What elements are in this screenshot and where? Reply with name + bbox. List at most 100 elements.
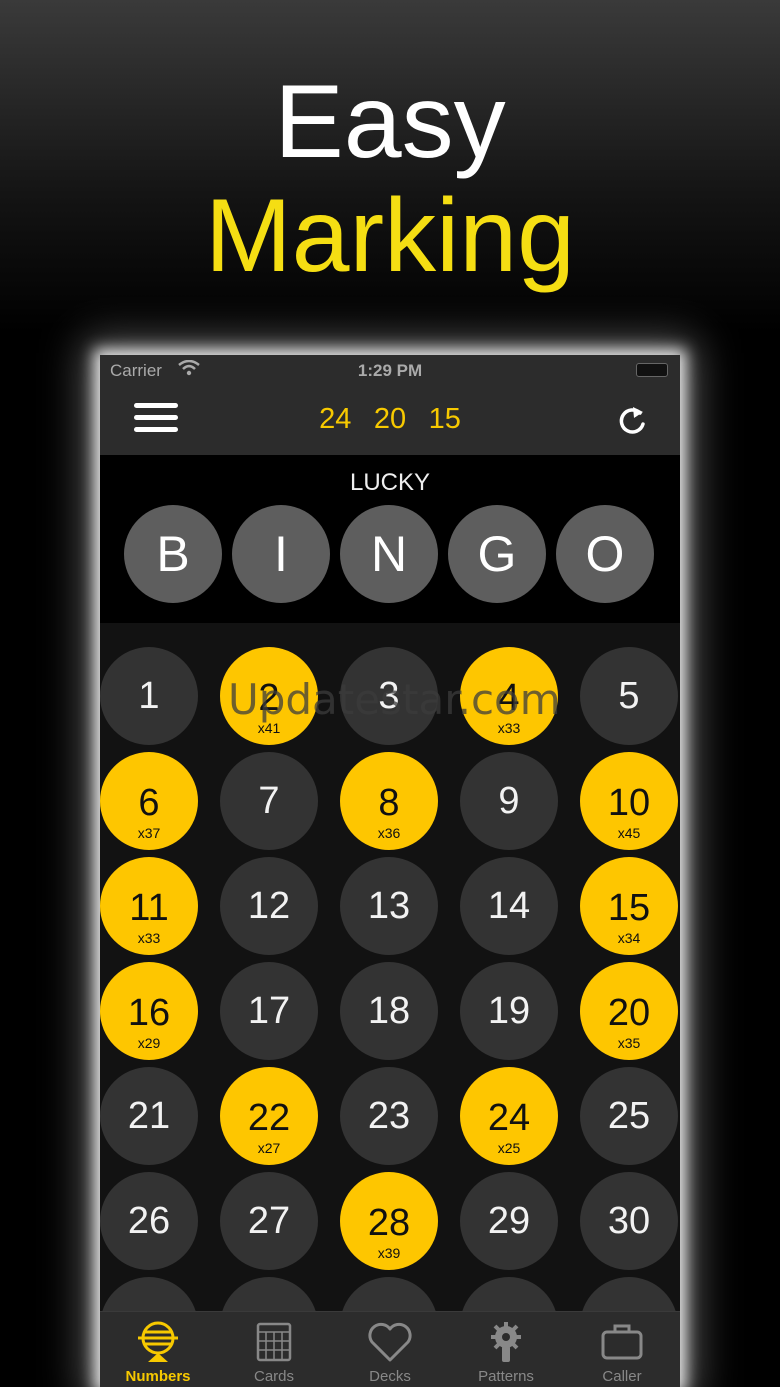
letter-o-button[interactable]: O — [556, 505, 654, 603]
ball-number: 27 — [247, 1200, 291, 1242]
number-ball[interactable]: 30 — [580, 1172, 678, 1270]
tab-patterns[interactable]: Patterns — [448, 1312, 564, 1387]
bingo-header: LUCKY B I N G O — [100, 455, 680, 623]
number-ball[interactable]: 27 — [220, 1172, 318, 1270]
number-ball[interactable]: 11 x33 — [100, 857, 198, 955]
tab-cards[interactable]: Cards — [216, 1312, 332, 1387]
recent-call: 20 — [373, 403, 407, 435]
number-ball[interactable]: 9 — [460, 752, 558, 850]
number-ball[interactable]: 26 — [100, 1172, 198, 1270]
ball-number: 29 — [487, 1200, 531, 1242]
ball-number: 10 — [607, 782, 651, 824]
number-ball[interactable]: 3 — [340, 647, 438, 745]
ball-number: 18 — [367, 990, 411, 1032]
number-ball[interactable]: 13 — [340, 857, 438, 955]
ball-number: 8 — [378, 782, 400, 824]
tab-label: Patterns — [478, 1368, 534, 1385]
letter-i-button[interactable]: I — [232, 505, 330, 603]
ball-number: 25 — [607, 1095, 651, 1137]
ball-number: 21 — [127, 1095, 171, 1137]
ball-number: 14 — [487, 885, 531, 927]
game-subtitle: LUCKY — [349, 469, 431, 496]
number-ball[interactable]: 25 — [580, 1067, 678, 1165]
ball-number: 23 — [367, 1095, 411, 1137]
recent-calls: 24 20 15 — [100, 403, 680, 436]
ball-number: 13 — [367, 885, 411, 927]
ball-number: 1 — [138, 675, 160, 717]
number-ball[interactable]: 6 x37 — [100, 752, 198, 850]
number-ball[interactable]: 22 x27 — [220, 1067, 318, 1165]
letter-n-button[interactable]: N — [340, 505, 438, 603]
ball-number: 28 — [367, 1202, 411, 1244]
phone-screen: Carrier 1:29 PM 24 20 15 LUCKY B I N G O — [100, 355, 680, 1387]
ball-number: 26 — [127, 1200, 171, 1242]
number-ball[interactable]: 8 x36 — [340, 752, 438, 850]
number-ball[interactable]: 14 — [460, 857, 558, 955]
gear-wrench-icon — [491, 1322, 521, 1362]
heart-icon — [368, 1322, 412, 1362]
ball-number: 20 — [607, 992, 651, 1034]
number-ball[interactable]: 24 x25 — [460, 1067, 558, 1165]
number-ball[interactable]: 16 x29 — [100, 962, 198, 1060]
number-ball[interactable]: 19 — [460, 962, 558, 1060]
tab-numbers[interactable]: Numbers — [100, 1312, 216, 1387]
number-ball[interactable]: 10 x45 — [580, 752, 678, 850]
tab-bar: Numbers Cards Decks Patterns Caller — [100, 1311, 680, 1387]
number-ball[interactable]: 12 — [220, 857, 318, 955]
ball-number: 24 — [487, 1097, 531, 1139]
recent-call: 15 — [428, 403, 461, 435]
briefcase-icon — [601, 1324, 643, 1360]
bingo-cage-icon — [138, 1321, 178, 1362]
bingo-card-icon — [256, 1322, 292, 1362]
ball-number: 7 — [258, 780, 280, 822]
tab-caller[interactable]: Caller — [564, 1312, 680, 1387]
number-ball[interactable]: 1 — [100, 647, 198, 745]
tab-label: Cards — [253, 1368, 294, 1385]
status-bar: Carrier 1:29 PM — [100, 355, 680, 385]
promo-title-line1: Easy — [274, 64, 506, 180]
letter-b-button[interactable]: B — [124, 505, 222, 603]
number-ball[interactable]: 2 x41 — [220, 647, 318, 745]
number-ball[interactable]: 21 — [100, 1067, 198, 1165]
battery-icon — [636, 363, 668, 377]
call-count: x34 — [617, 930, 641, 946]
ball-number: 15 — [607, 887, 651, 929]
ball-number: 4 — [498, 677, 520, 719]
number-ball[interactable]: 17 — [220, 962, 318, 1060]
tab-label: Caller — [602, 1368, 642, 1385]
number-ball[interactable]: 15 x34 — [580, 857, 678, 955]
ball-number: 17 — [247, 990, 291, 1032]
number-ball[interactable]: 4 x33 — [460, 647, 558, 745]
number-ball[interactable]: 18 — [340, 962, 438, 1060]
ball-number: 11 — [129, 887, 169, 929]
number-ball[interactable]: 28 x39 — [340, 1172, 438, 1270]
ball-number: 2 — [258, 677, 280, 719]
tab-label: Decks — [369, 1368, 411, 1385]
number-grid: 1 2 x41 3 4 x33 5 6 x37 7 8 x36 9 10 x45 11 x33 12 13 14 15 x… — [100, 623, 680, 1375]
number-ball[interactable]: 5 — [580, 647, 678, 745]
tab-decks[interactable]: Decks — [332, 1312, 448, 1387]
refresh-icon[interactable] — [614, 403, 650, 439]
recent-call: 24 — [319, 403, 352, 435]
tab-label: Numbers — [125, 1368, 191, 1385]
call-count: x37 — [137, 825, 161, 841]
call-count: x33 — [137, 930, 161, 946]
number-ball[interactable]: 23 — [340, 1067, 438, 1165]
ball-number: 30 — [607, 1200, 651, 1242]
ball-number: 19 — [487, 990, 531, 1032]
number-ball[interactable]: 7 — [220, 752, 318, 850]
call-count: x25 — [497, 1140, 521, 1156]
ball-number: 6 — [138, 782, 160, 824]
call-count: x41 — [257, 720, 281, 736]
letter-g-button[interactable]: G — [448, 505, 546, 603]
call-count: x33 — [497, 720, 521, 736]
number-ball[interactable]: 20 x35 — [580, 962, 678, 1060]
call-count: x29 — [137, 1035, 161, 1051]
ball-number: 5 — [618, 675, 640, 717]
promo-title-line2: Marking — [205, 178, 575, 294]
ball-number: 22 — [247, 1097, 291, 1139]
number-ball[interactable]: 29 — [460, 1172, 558, 1270]
ball-number: 3 — [378, 675, 400, 717]
call-count: x36 — [377, 825, 401, 841]
call-count: x27 — [257, 1140, 281, 1156]
